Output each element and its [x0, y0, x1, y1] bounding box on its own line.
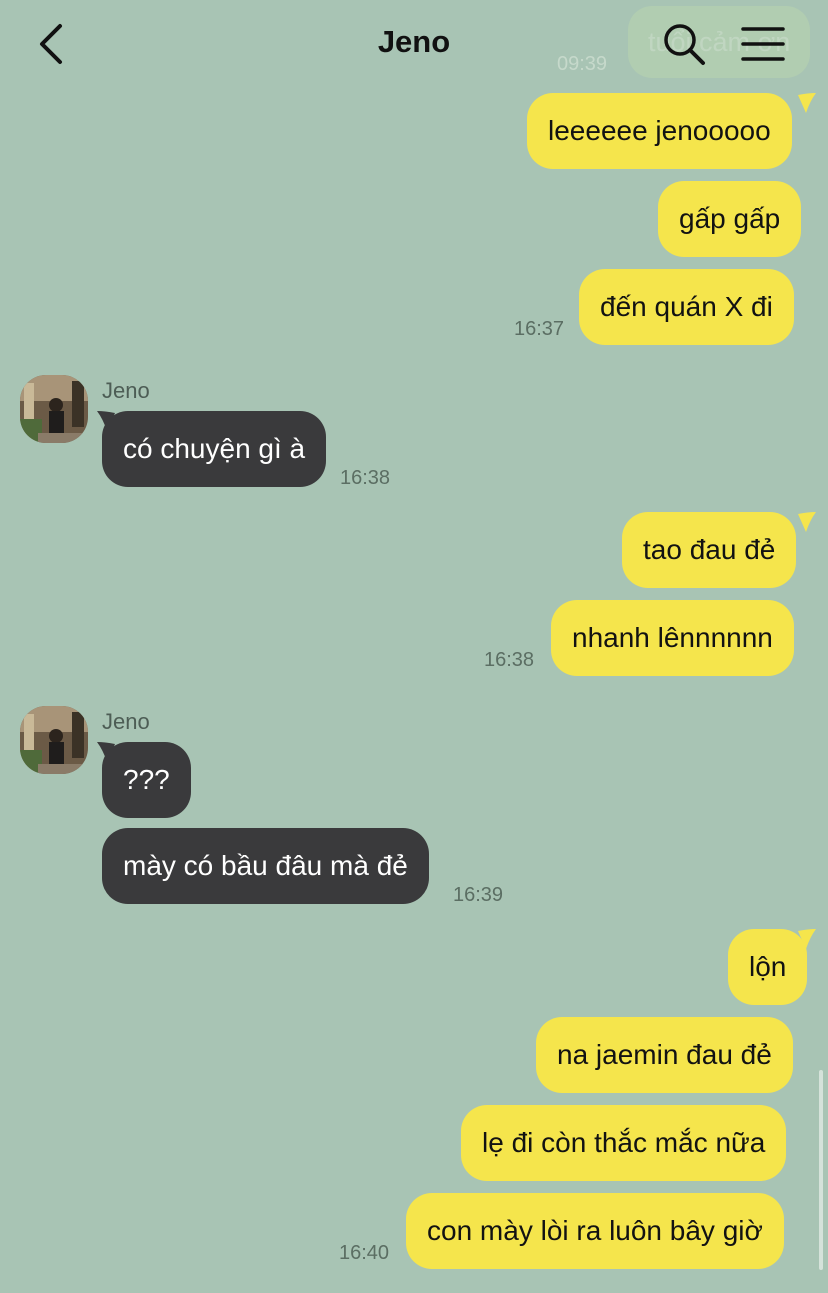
scrollbar[interactable] — [819, 1070, 823, 1270]
outgoing-bubble-tail — [798, 93, 816, 113]
contact-avatar[interactable] — [20, 375, 88, 443]
search-icon[interactable] — [662, 22, 706, 66]
outgoing-message-bubble[interactable]: gấp gấp — [658, 181, 802, 257]
message-timestamp: 16:40 — [339, 1242, 390, 1264]
outgoing-bubble-tail — [798, 929, 816, 949]
outgoing-message-bubble[interactable]: na jaemin đau đẻ — [536, 1017, 793, 1093]
message-timestamp: 16:38 — [340, 467, 391, 489]
outgoing-message-bubble[interactable]: lẹ đi còn thắc mắc nữa — [461, 1105, 787, 1181]
message-timestamp: 16:39 — [453, 884, 504, 906]
outgoing-message-bubble[interactable]: leeeeee jenooooo — [527, 93, 792, 169]
message-timestamp: 16:38 — [484, 649, 535, 671]
outgoing-message-bubble[interactable]: tao đau đẻ — [622, 512, 797, 588]
incoming-message-bubble[interactable]: ??? — [102, 742, 191, 818]
outgoing-message-bubble[interactable]: lộn — [728, 929, 808, 1005]
incoming-message-bubble[interactable]: có chuyện gì à — [102, 411, 327, 487]
sender-name: Jeno — [102, 378, 150, 403]
menu-icon[interactable] — [740, 24, 786, 64]
incoming-message-bubble[interactable]: mày có bầu đâu mà đẻ — [102, 828, 429, 904]
outgoing-message-bubble[interactable]: nhanh lênnnnnn — [551, 600, 794, 676]
message-timestamp: 16:37 — [514, 318, 565, 340]
outgoing-message-bubble[interactable]: con mày lòi ra luôn bây giờ — [406, 1193, 784, 1269]
sender-name: Jeno — [102, 709, 150, 734]
outgoing-message-bubble[interactable]: đến quán X đi — [579, 269, 794, 345]
contact-avatar[interactable] — [20, 706, 88, 774]
chat-header: tuổi cảm ơn 09:39 Jeno — [0, 0, 828, 90]
outgoing-bubble-tail — [798, 512, 816, 532]
